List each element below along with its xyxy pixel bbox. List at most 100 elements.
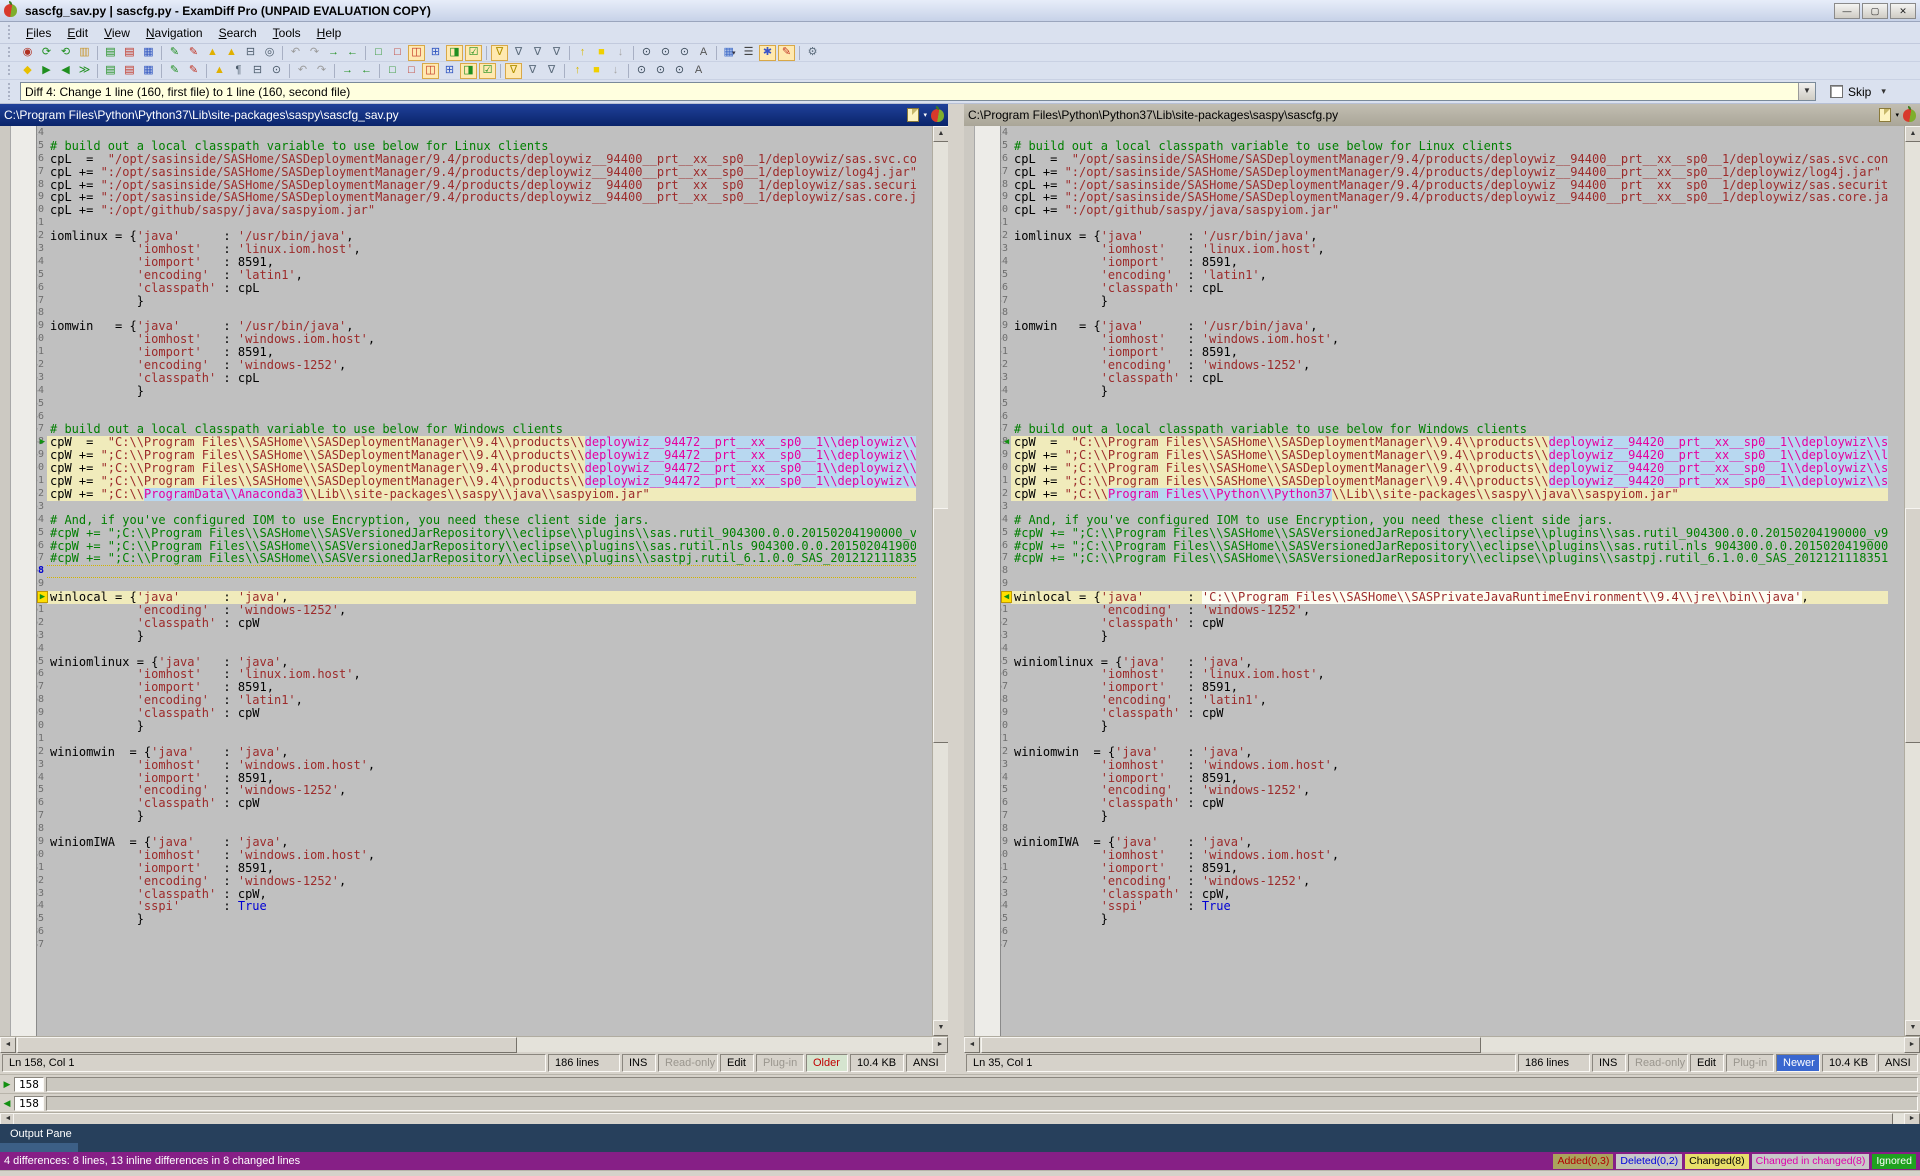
inspector-scrollbar[interactable]: ◄ ► — [0, 1112, 1920, 1124]
maximize-button[interactable]: ▢ — [1862, 3, 1888, 19]
save-second-file-icon[interactable]: ▤ — [121, 45, 138, 61]
pane-splitter[interactable] — [948, 104, 964, 1074]
first-file-header[interactable]: C:\Program Files\Python\Python37\Lib\sit… — [0, 104, 948, 126]
second-file-vertical-scrollbar[interactable]: ▲ ▼ — [1904, 126, 1920, 1036]
second-file-vscroll-thumb[interactable] — [1905, 508, 1920, 743]
show-line-details-icon[interactable]: ☰ — [740, 45, 757, 61]
go-to-line-icon[interactable]: ■ — [588, 63, 605, 79]
diff-marker-icon[interactable]: ◀ — [1001, 436, 1012, 448]
show-all-icon[interactable]: ⊞ — [427, 45, 444, 61]
save-both-icon[interactable]: ▦ — [140, 63, 157, 79]
find-previous-icon[interactable]: ⊙ — [676, 45, 693, 61]
menu-grip[interactable] — [5, 25, 13, 40]
toolbar2-grip[interactable] — [5, 65, 13, 77]
print-icon[interactable]: ⊟ — [242, 45, 259, 61]
second-file-dropdown-icon[interactable]: ▾ — [1895, 111, 1899, 119]
scroll-right-icon[interactable]: ► — [1904, 1037, 1920, 1053]
scroll-down-icon[interactable]: ▼ — [933, 1020, 948, 1036]
current-diff-combobox[interactable]: Diff 4: Change 1 line (160, first file) … — [20, 82, 1816, 101]
first-file-vertical-scrollbar[interactable]: ▲ ▼ — [932, 126, 948, 1036]
first-file-copy-path-icon[interactable] — [907, 108, 919, 122]
filter-identical-icon[interactable]: ∇ — [491, 45, 508, 61]
blocks-changed-icon[interactable]: ◫ — [422, 63, 439, 79]
redo-icon[interactable]: ↷ — [306, 45, 323, 61]
find-pair-icon[interactable]: ⊙ — [633, 63, 650, 79]
edit-first-icon[interactable]: ✎ — [166, 63, 183, 79]
recompare-icon[interactable]: ⟲ — [57, 45, 74, 61]
find-next-icon[interactable]: ⊙ — [657, 45, 674, 61]
second-file-hscroll-thumb[interactable] — [981, 1037, 1481, 1053]
view-mode-icon[interactable]: ▦▾ — [721, 45, 738, 61]
filter-changed-icon[interactable]: ∇ — [529, 45, 546, 61]
save-second-icon[interactable]: ▤ — [121, 63, 138, 79]
menu-item-navigation[interactable]: Navigation — [138, 24, 211, 42]
minimize-button[interactable]: — — [1834, 3, 1860, 19]
compare-files-icon[interactable]: ◉ — [19, 45, 36, 61]
append-block-icon[interactable]: ≫ — [76, 63, 93, 79]
last-change-icon[interactable]: ↓ — [607, 63, 624, 79]
filter-words-icon[interactable]: ∇ — [543, 63, 560, 79]
sync-scrolling-icon[interactable]: ◨ — [446, 45, 463, 61]
match-case-icon[interactable]: A — [695, 45, 712, 61]
save-first-icon[interactable]: ▤ — [102, 63, 119, 79]
previous-change-icon[interactable]: ← — [358, 63, 375, 79]
second-file-horizontal-scrollbar[interactable]: ◄ ► — [964, 1036, 1920, 1052]
options-icon[interactable]: ⚙ — [804, 45, 821, 61]
redo-edit-icon[interactable]: ↷ — [313, 63, 330, 79]
scroll-down-icon[interactable]: ▼ — [1905, 1020, 1920, 1036]
first-difference-icon[interactable]: ↑ — [574, 45, 591, 61]
blocks-identical-icon[interactable]: □ — [384, 63, 401, 79]
edit-second-icon[interactable]: ✎ — [185, 63, 202, 79]
find-pair-previous-icon[interactable]: ⊙ — [671, 63, 688, 79]
diffbar-grip[interactable] — [5, 83, 13, 99]
current-diff-marker-icon[interactable]: ▶ — [37, 591, 48, 603]
menu-item-help[interactable]: Help — [309, 24, 350, 42]
filter-deleted-icon[interactable]: ∇ — [510, 45, 527, 61]
auto-recompare-icon[interactable]: ☑ — [465, 45, 482, 61]
toolbar1-grip[interactable] — [5, 47, 13, 59]
scroll-left-icon[interactable]: ◄ — [964, 1037, 980, 1053]
output-pane-tab[interactable] — [0, 1143, 78, 1152]
previous-difference-icon[interactable]: ← — [344, 45, 361, 61]
undo-icon[interactable]: ↶ — [287, 45, 304, 61]
first-file-dropdown-icon[interactable]: ▾ — [923, 111, 927, 119]
save-first-file-icon[interactable]: ▤ — [102, 45, 119, 61]
menu-item-tools[interactable]: Tools — [265, 24, 309, 42]
copy-block-to-first-icon[interactable]: ◀ — [57, 63, 74, 79]
menu-item-files[interactable]: Files — [18, 24, 59, 42]
edit-first-file-icon[interactable]: ✎ — [166, 45, 183, 61]
next-difference-icon[interactable]: → — [325, 45, 342, 61]
menu-item-edit[interactable]: Edit — [59, 24, 96, 42]
first-file-editor[interactable]: 124125# build out a local classpath vari… — [0, 126, 948, 1036]
scroll-up-icon[interactable]: ▲ — [933, 126, 948, 142]
filter-blocks-icon[interactable]: ∇ — [524, 63, 541, 79]
highlight-second-file-icon[interactable]: ▲ — [223, 45, 240, 61]
scroll-left-icon[interactable]: ◄ — [0, 1037, 16, 1053]
copy-block-to-second-icon[interactable]: ▶ — [38, 63, 55, 79]
skip-checkbox[interactable] — [1830, 85, 1843, 98]
dropdown-arrow-icon[interactable]: ▾ — [732, 50, 736, 57]
combo-dropdown-icon[interactable]: ▼ — [1798, 83, 1815, 100]
current-difference-icon[interactable]: ■ — [593, 45, 610, 61]
refresh-icon[interactable]: ⟳ — [38, 45, 55, 61]
first-file-vscroll-thumb[interactable] — [933, 508, 948, 743]
first-file-horizontal-scrollbar[interactable]: ◄ ► — [0, 1036, 948, 1052]
second-file-editor[interactable]: 124125# build out a local classpath vari… — [964, 126, 1920, 1036]
current-diff-marker-icon[interactable]: ◆ — [19, 63, 36, 79]
filter-moved-icon[interactable]: ∇ — [548, 45, 565, 61]
edit-second-file-icon[interactable]: ✎ — [185, 45, 202, 61]
show-deleted-icon[interactable]: □ — [389, 45, 406, 61]
ignore-case-icon[interactable]: ◨ — [460, 63, 477, 79]
blocks-deleted-icon[interactable]: □ — [403, 63, 420, 79]
find-icon[interactable]: ⊙ — [638, 45, 655, 61]
print-diff-icon[interactable]: ⊟ — [249, 63, 266, 79]
first-file-hscroll-thumb[interactable] — [17, 1037, 517, 1053]
blocks-all-icon[interactable]: ⊞ — [441, 63, 458, 79]
search-diff-icon[interactable]: ⊙ — [268, 63, 285, 79]
scroll-up-icon[interactable]: ▲ — [1905, 126, 1920, 142]
ignore-whitespace-icon[interactable]: ☑ — [479, 63, 496, 79]
close-button[interactable]: ✕ — [1890, 3, 1916, 19]
menu-item-view[interactable]: View — [96, 24, 138, 42]
find-pair-next-icon[interactable]: ⊙ — [652, 63, 669, 79]
second-file-header[interactable]: C:\Program Files\Python\Python37\Lib\sit… — [964, 104, 1920, 126]
